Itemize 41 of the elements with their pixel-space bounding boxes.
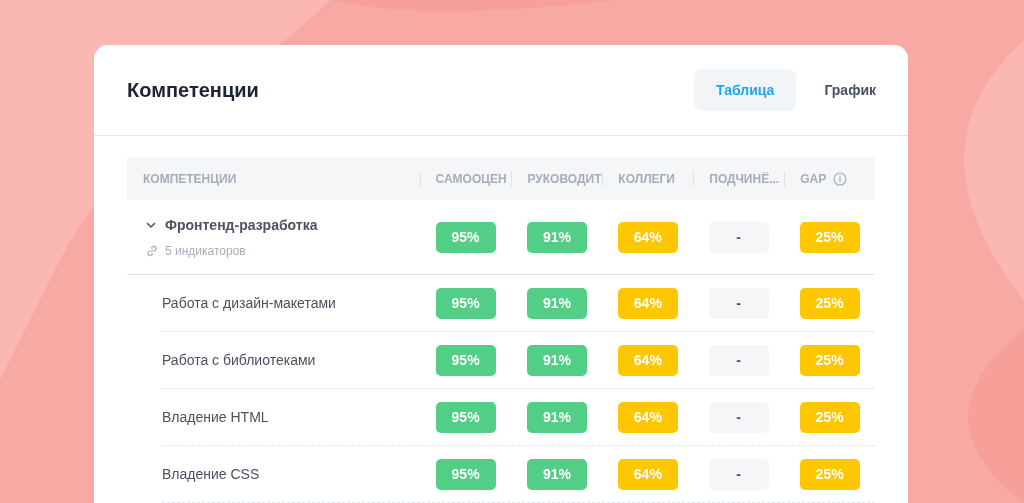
group-name: Фронтенд-разработка	[165, 215, 318, 235]
chevron-icon[interactable]	[145, 219, 157, 231]
card-title: Компетенции	[127, 78, 260, 103]
score-badge: 64%	[617, 401, 678, 433]
score-badge: 95%	[435, 401, 496, 433]
score-badge: 91%	[526, 458, 587, 490]
score-badge: 25%	[799, 344, 860, 376]
column-header: САМООЦЕН	[435, 171, 507, 188]
score-badge: 64%	[617, 344, 678, 376]
score-badge: 91%	[526, 401, 587, 433]
competency-name: Владение HTML	[162, 409, 269, 425]
view-tab[interactable]: График	[806, 69, 894, 111]
column-header: GAP	[800, 171, 827, 188]
score-badge: 64%	[617, 221, 678, 253]
score-badge: 25%	[799, 221, 860, 253]
column-header: РУКОВОДИТ	[527, 171, 602, 188]
score-badge: -	[708, 401, 769, 433]
score-badge: 95%	[435, 287, 496, 319]
link-icon	[145, 243, 159, 258]
score-badge: 25%	[799, 401, 860, 433]
column-header: ПОДЧИНЁ...	[709, 171, 780, 188]
score-badge: 95%	[435, 344, 496, 376]
column-header: КОМПЕТЕНЦИИ	[143, 171, 237, 188]
competency-name: Работа с дизайн-макетами	[162, 295, 336, 311]
score-badge: 95%	[435, 221, 496, 253]
score-badge: -	[708, 344, 769, 376]
column-header: КОЛЛЕГИ	[618, 171, 675, 188]
score-badge: -	[708, 287, 769, 319]
score-badge: -	[708, 458, 769, 490]
score-badge: 91%	[526, 344, 587, 376]
score-badge: 91%	[526, 287, 587, 319]
score-badge: 64%	[617, 458, 678, 490]
score-badge: -	[708, 221, 769, 253]
competency-name: Работа с библиотеками	[162, 352, 316, 368]
score-badge: 64%	[617, 287, 678, 319]
score-badge: 25%	[799, 287, 860, 319]
score-badge: 25%	[799, 458, 860, 490]
competency-name: Владение CSS	[162, 466, 260, 482]
indicator-count: 5 индикаторов	[165, 242, 246, 260]
score-badge: 95%	[435, 458, 496, 490]
score-badge: 91%	[526, 221, 587, 253]
